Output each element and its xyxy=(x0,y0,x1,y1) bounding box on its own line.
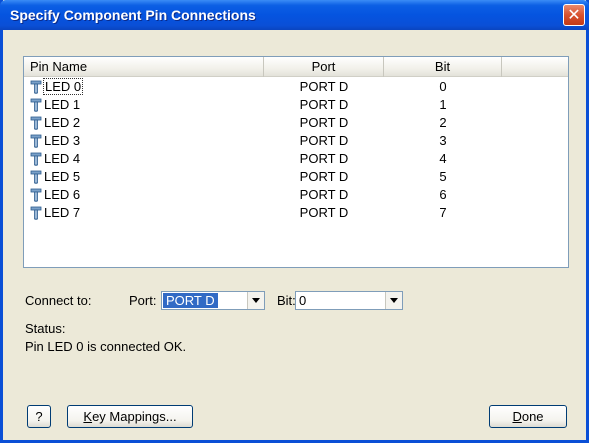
list-item[interactable]: LED 3 PORT D 3 xyxy=(24,132,568,150)
column-header-pin-name[interactable]: Pin Name xyxy=(24,57,264,77)
pin-name-cell: LED 2 xyxy=(30,114,260,132)
pin-list[interactable]: Pin Name Port Bit LED 0 PORT D 0 LED 1 PORT … xyxy=(23,56,569,268)
list-header: Pin Name Port Bit xyxy=(24,57,568,77)
port-dropdown-value: PORT D xyxy=(163,293,218,308)
pin-icon xyxy=(30,134,42,148)
column-header-extra[interactable] xyxy=(502,57,568,77)
list-rows: LED 0 PORT D 0 LED 1 PORT D 1 LED 2 PORT D 2 LED … xyxy=(24,78,568,222)
pin-icon xyxy=(30,206,42,220)
title-bar[interactable]: Specify Component Pin Connections ✕ xyxy=(0,0,589,30)
pin-name: LED 3 xyxy=(44,133,81,148)
pin-name: LED 0 xyxy=(42,78,84,95)
port-cell: PORT D xyxy=(299,79,349,94)
bit-cell: 2 xyxy=(439,115,447,130)
bit-cell: 6 xyxy=(439,187,447,202)
pin-name-cell: LED 0 xyxy=(30,78,260,96)
list-item[interactable]: LED 2 PORT D 2 xyxy=(24,114,568,132)
pin-icon xyxy=(30,116,42,130)
pin-name: LED 1 xyxy=(44,97,81,112)
port-cell: PORT D xyxy=(299,151,349,166)
bit-dropdown[interactable]: 0 xyxy=(295,291,403,310)
port-cell: PORT D xyxy=(299,115,349,130)
port-label: Port: xyxy=(129,293,157,308)
bit-cell: 7 xyxy=(439,205,447,220)
key-mappings-text: ey Mappings... xyxy=(92,409,177,424)
bit-cell: 3 xyxy=(439,133,447,148)
port-cell: PORT D xyxy=(299,133,349,148)
port-cell: PORT D xyxy=(299,169,349,184)
done-button[interactable]: Done xyxy=(489,405,567,428)
pin-name-cell: LED 6 xyxy=(30,186,260,204)
key-mappings-button[interactable]: Key Mappings... xyxy=(67,405,193,428)
port-dropdown[interactable]: PORT D xyxy=(161,291,265,310)
column-header-bit[interactable]: Bit xyxy=(384,57,502,77)
list-item[interactable]: LED 0 PORT D 0 xyxy=(24,78,568,96)
window-title: Specify Component Pin Connections xyxy=(10,7,256,23)
bit-label: Bit: xyxy=(277,293,296,308)
pin-name-cell: LED 3 xyxy=(30,132,260,150)
port-cell: PORT D xyxy=(299,187,349,202)
port-cell: PORT D xyxy=(299,97,349,112)
pin-name-cell: LED 1 xyxy=(30,96,260,114)
pin-icon xyxy=(30,170,42,184)
pin-name-cell: LED 7 xyxy=(30,204,260,222)
pin-name: LED 4 xyxy=(44,151,81,166)
help-button-label: ? xyxy=(35,409,43,424)
pin-name: LED 5 xyxy=(44,169,81,184)
pin-icon xyxy=(30,188,42,202)
port-cell: PORT D xyxy=(299,205,349,220)
bit-dropdown-arrow[interactable] xyxy=(385,292,402,309)
bit-cell: 4 xyxy=(439,151,447,166)
status-message: Pin LED 0 is connected OK. xyxy=(25,339,187,354)
pin-icon xyxy=(30,98,42,112)
status-label: Status: xyxy=(25,321,66,336)
pin-name: LED 7 xyxy=(44,205,81,220)
chevron-down-icon xyxy=(252,298,260,303)
done-mnemonic: D xyxy=(512,409,522,424)
list-item[interactable]: LED 6 PORT D 6 xyxy=(24,186,568,204)
pin-name-cell: LED 5 xyxy=(30,168,260,186)
done-text: one xyxy=(521,409,544,424)
help-button[interactable]: ? xyxy=(27,405,51,428)
bit-cell: 5 xyxy=(439,169,447,184)
dialog-window: Specify Component Pin Connections ✕ Pin … xyxy=(0,0,589,443)
bit-cell: 1 xyxy=(439,97,447,112)
key-mappings-label: Key Mappings... xyxy=(83,409,176,424)
list-item[interactable]: LED 1 PORT D 1 xyxy=(24,96,568,114)
pin-name-cell: LED 4 xyxy=(30,150,260,168)
chevron-down-icon xyxy=(390,298,398,303)
connect-to-label: Connect to: xyxy=(25,293,92,308)
pin-name: LED 2 xyxy=(44,115,81,130)
bit-dropdown-value: 0 xyxy=(299,293,307,308)
done-label: Done xyxy=(512,409,543,424)
list-item[interactable]: LED 7 PORT D 7 xyxy=(24,204,568,222)
pin-name: LED 6 xyxy=(44,187,81,202)
key-mappings-mnemonic: K xyxy=(83,409,93,424)
close-button[interactable]: ✕ xyxy=(563,4,585,26)
port-dropdown-arrow[interactable] xyxy=(247,292,264,309)
column-header-port[interactable]: Port xyxy=(264,57,384,77)
close-icon: ✕ xyxy=(567,5,581,24)
list-item[interactable]: LED 4 PORT D 4 xyxy=(24,150,568,168)
bit-cell: 0 xyxy=(439,79,447,94)
pin-icon xyxy=(30,152,42,166)
list-item[interactable]: LED 5 PORT D 5 xyxy=(24,168,568,186)
pin-icon xyxy=(30,80,42,94)
